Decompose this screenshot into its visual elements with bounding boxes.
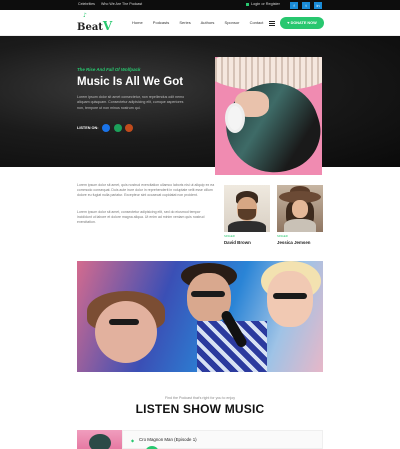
lock-icon [246, 2, 249, 6]
login-label: Login or Register [251, 2, 280, 6]
about-paragraph-1: Lorem ipsum dolor sit amet, quis nostrud… [77, 183, 215, 198]
linkedin-icon[interactable]: in [314, 1, 322, 9]
main-navbar: ♪ BeatV Home Podcasts Series Authors Spo… [0, 10, 400, 36]
hero-title: Music Is All We Got [77, 76, 184, 88]
artist-role: SINGER [277, 234, 288, 238]
twitter-icon[interactable]: t [302, 1, 310, 9]
hero-tagline: The Rise And Fall Of Wolfpack [77, 67, 141, 72]
track-title: Cro Magnon Man (Episode 1) [139, 437, 197, 442]
donate-label: DONATE NOW [290, 21, 317, 25]
listen-platform-1-icon[interactable] [102, 124, 110, 132]
hamburger-menu-icon[interactable] [269, 21, 275, 26]
artist-photo-david[interactable] [224, 185, 270, 232]
hero-image [215, 57, 322, 175]
nav-podcasts[interactable]: Podcasts [153, 20, 169, 25]
site-logo[interactable]: ♪ BeatV [77, 12, 113, 33]
nav-series[interactable]: Series [179, 20, 190, 25]
top-strip: Celebrities Who We Are The Podcast Login… [0, 0, 400, 10]
artist-name-jessica[interactable]: Jessica Jemsen [277, 240, 310, 245]
facebook-icon[interactable]: f [290, 1, 298, 9]
headphones-icon [225, 103, 245, 133]
about-paragraph-2: Lorem ipsum dolor sit amet, consectetur … [77, 210, 205, 225]
artist-name-david[interactable]: David Brown [224, 240, 251, 245]
listen-on-label: LISTEN ON: [77, 126, 99, 130]
logo-suffix: V [102, 19, 113, 33]
concert-photo [77, 261, 323, 372]
logo-text: Beat [77, 22, 103, 33]
artist-photo-jessica[interactable] [277, 185, 323, 232]
topbar-link-who-we-are[interactable]: Who We Are [101, 2, 121, 6]
nav-links: Home Podcasts Series Authors Sponsor Con… [132, 20, 272, 25]
login-register-link[interactable]: Login or Register [246, 2, 280, 6]
listen-platform-2-icon[interactable] [114, 124, 122, 132]
music-note-icon: ♪ [83, 12, 87, 19]
nav-home[interactable]: Home [132, 20, 143, 25]
listen-platform-3-icon[interactable] [125, 124, 133, 132]
hero-section: The Rise And Fall Of Wolfpack Music Is A… [0, 36, 400, 167]
show-title: LISTEN SHOW MUSIC [135, 402, 265, 416]
nav-authors[interactable]: Authors [201, 20, 215, 25]
topbar-link-podcast[interactable]: The Podcast [122, 2, 142, 6]
hero-description: Lorem ipsum dolor sit amet consectetur, … [77, 95, 185, 110]
nav-contact[interactable]: Contact [250, 20, 264, 25]
bullet-icon: ◆ [131, 438, 135, 443]
topbar-link-celebrities[interactable]: Celebrities [78, 2, 95, 6]
artist-role: SINGER [224, 234, 235, 238]
show-caption: Find the Podcast that's right for you to… [164, 396, 235, 400]
donate-button[interactable]: ♥ DONATE NOW [280, 17, 324, 29]
track-thumbnail[interactable] [77, 430, 122, 449]
track-row[interactable]: ◆ Cro Magnon Man (Episode 1) [122, 430, 323, 449]
nav-sponsor[interactable]: Sponsor [225, 20, 240, 25]
